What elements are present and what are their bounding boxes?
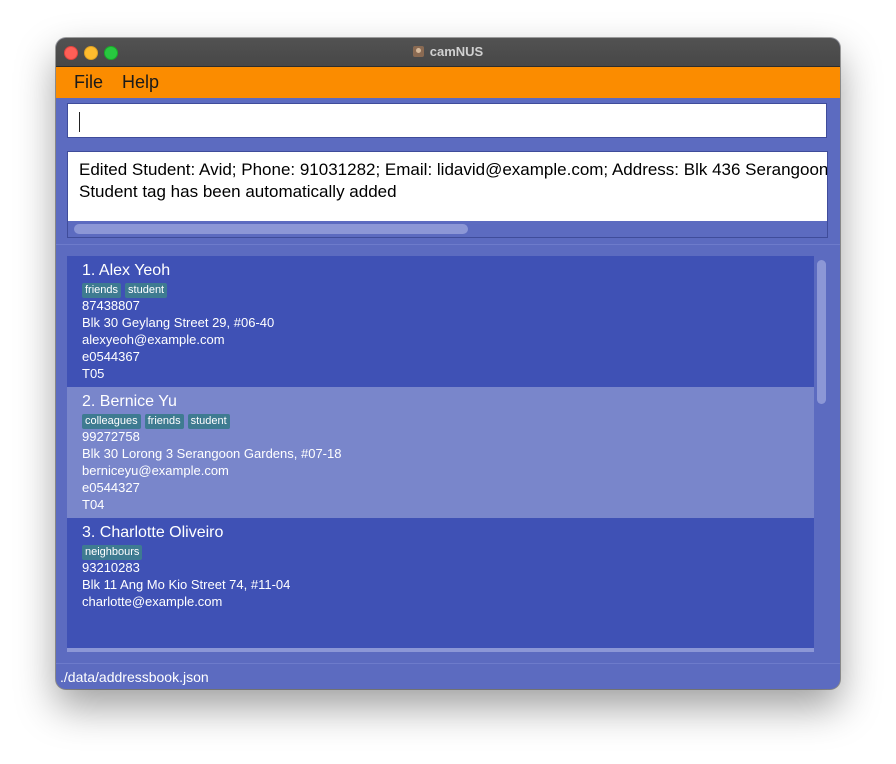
person-email: alexyeoh@example.com	[82, 332, 225, 347]
app-icon	[412, 46, 424, 57]
person-student-id: e0544327	[82, 480, 140, 495]
person-card[interactable]: 1. Alex Yeoh friends student 87438807 Blk…	[67, 256, 814, 387]
person-email: charlotte@example.com	[82, 594, 223, 609]
person-tutorial: T04	[82, 497, 105, 512]
result-line-2: Student tag has been automatically added	[79, 182, 397, 201]
result-horizontal-scrollbar[interactable]	[68, 221, 827, 237]
app-window: camNUS File Help Edited Student: Avid; P…	[56, 38, 840, 689]
result-scrollbar-thumb[interactable]	[74, 224, 468, 234]
tag-list: friends student	[82, 283, 171, 299]
person-address: Blk 11 Ang Mo Kio Street 74, #11-04	[82, 577, 291, 592]
person-card-selected[interactable]: 2. Bernice Yu colleagues friends student 9…	[67, 387, 814, 518]
person-phone: 99272758	[82, 429, 140, 444]
person-phone: 87438807	[82, 298, 140, 313]
person-email: berniceyu@example.com	[82, 463, 229, 478]
tag: friends	[82, 283, 122, 298]
tag-list: neighbours	[82, 545, 146, 561]
person-name: 2. Bernice Yu	[82, 393, 177, 410]
tag: student	[125, 283, 168, 298]
person-address: Blk 30 Lorong 3 Serangoon Gardens, #07-1…	[82, 446, 342, 461]
list-horizontal-scrollbar[interactable]	[67, 648, 814, 652]
person-list[interactable]: 1. Alex Yeoh friends student 87438807 Blk…	[67, 256, 814, 651]
command-input[interactable]	[67, 103, 827, 138]
menu-bar: File Help	[56, 67, 840, 98]
divider	[56, 244, 840, 245]
text-caret	[79, 112, 80, 132]
person-phone: 93210283	[82, 560, 140, 575]
status-divider	[56, 663, 840, 664]
tag: student	[187, 414, 230, 429]
tag-list: colleagues friends student	[82, 414, 234, 430]
result-line-1: Edited Student: Avid; Phone: 91031282; E…	[79, 160, 828, 179]
title-bar[interactable]: camNUS	[56, 38, 840, 67]
person-student-id: e0544367	[82, 349, 140, 364]
person-name: 3. Charlotte Oliveiro	[82, 524, 224, 541]
result-message: Edited Student: Avid; Phone: 91031282; E…	[79, 159, 828, 203]
person-tutorial: T05	[82, 366, 105, 381]
window-title-text: camNUS	[429, 44, 484, 59]
person-card[interactable]: 3. Charlotte Oliveiro neighbours 9321028…	[67, 518, 814, 649]
person-name: 1. Alex Yeoh	[82, 262, 171, 279]
tag: friends	[144, 414, 184, 429]
tag: colleagues	[82, 414, 141, 429]
status-bar-path: ./data/addressbook.json	[60, 669, 209, 685]
menu-help[interactable]: Help	[122, 72, 159, 93]
window-title: camNUS	[56, 44, 840, 59]
tag: neighbours	[82, 545, 143, 560]
menu-file[interactable]: File	[74, 72, 103, 93]
result-display[interactable]: Edited Student: Avid; Phone: 91031282; E…	[67, 151, 828, 238]
list-vertical-scrollbar-thumb[interactable]	[817, 260, 826, 404]
person-address: Blk 30 Geylang Street 29, #06-40	[82, 315, 275, 330]
